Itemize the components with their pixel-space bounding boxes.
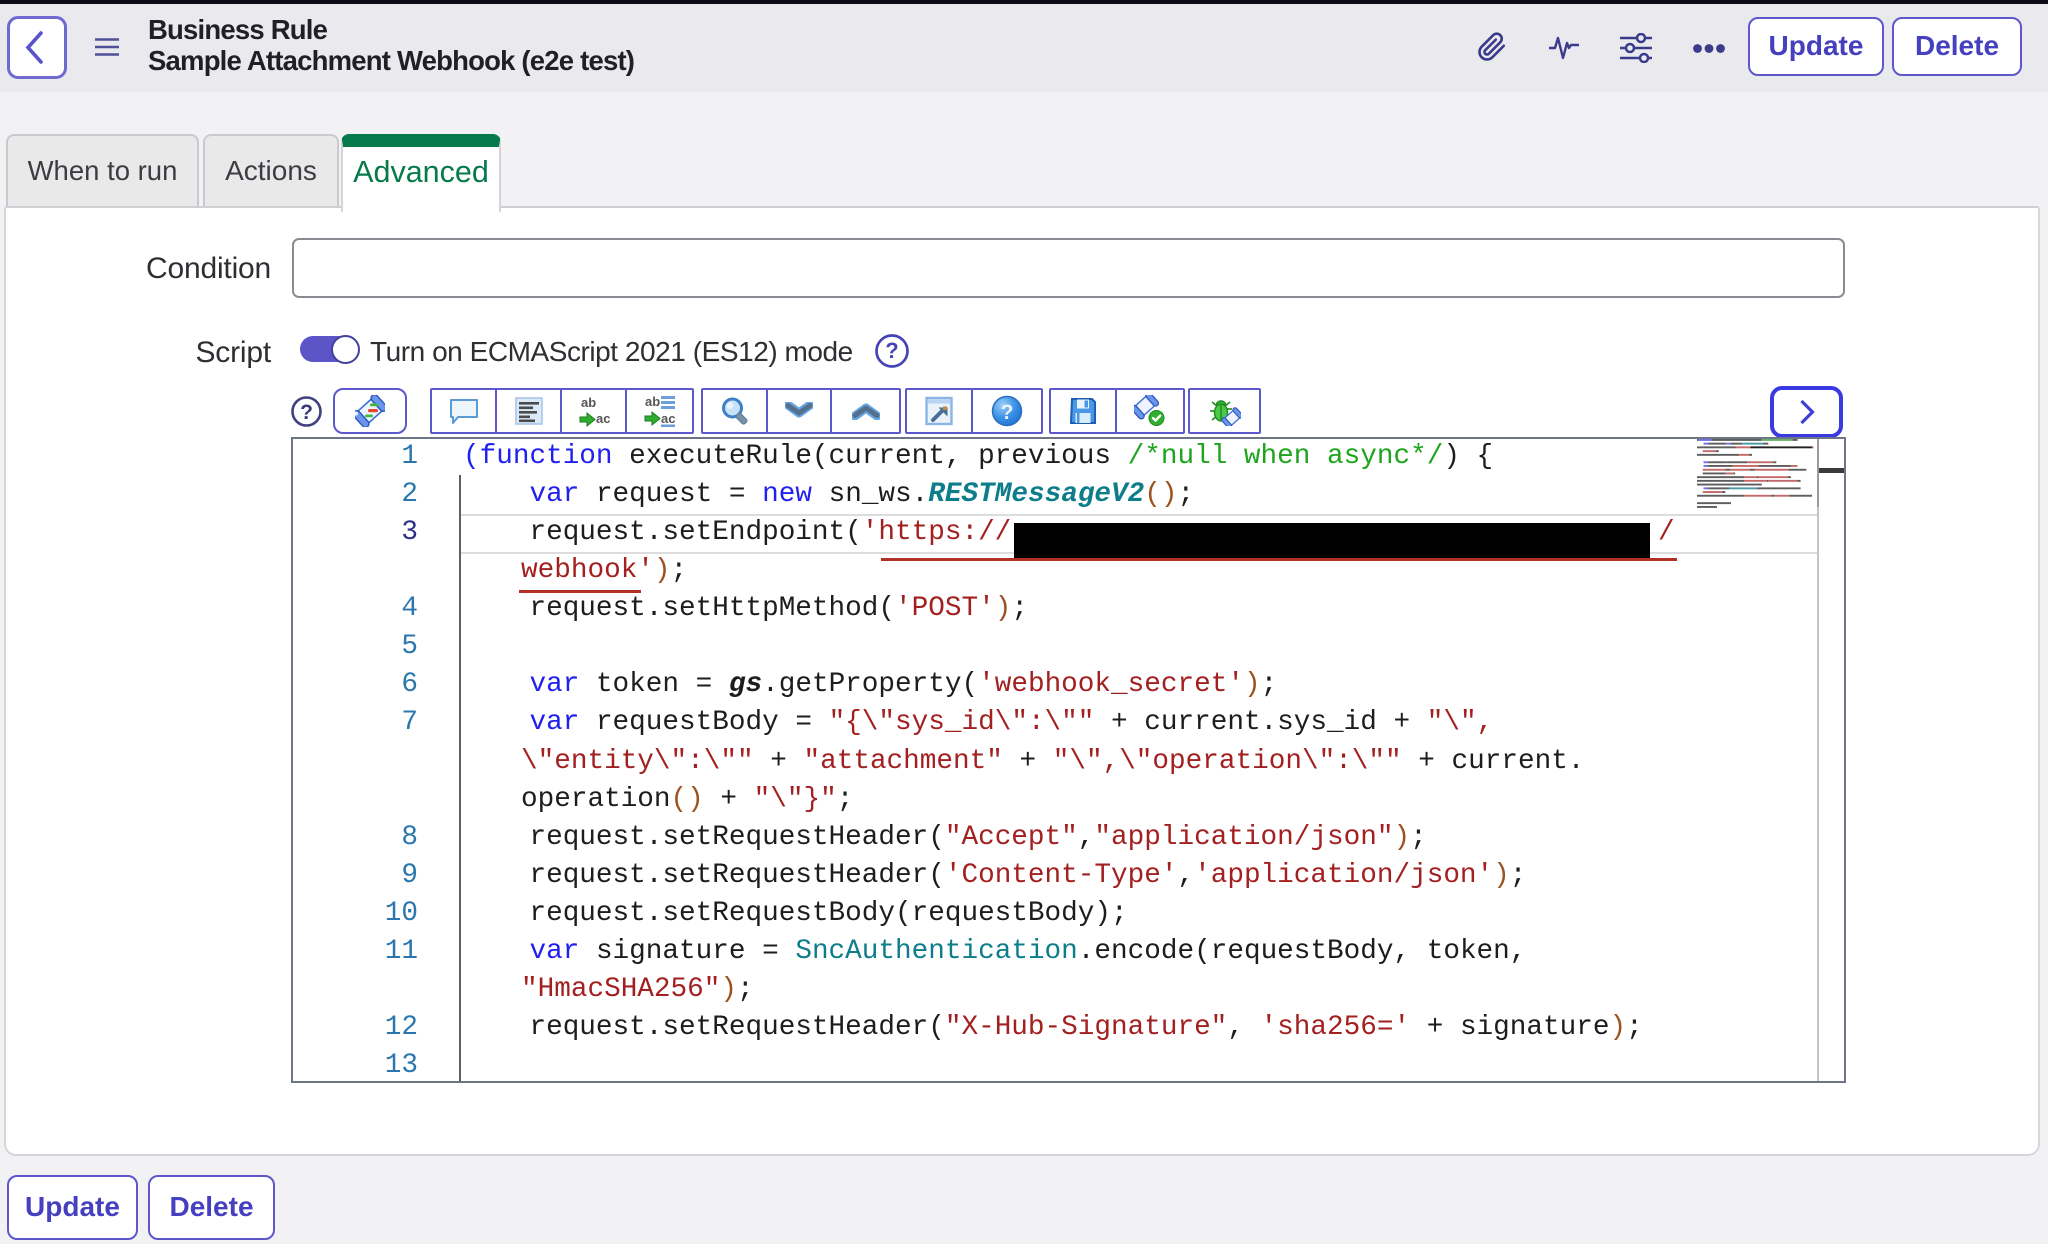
svg-text:?: ? (885, 338, 898, 363)
svg-text:?: ? (1001, 401, 1014, 424)
svg-text:?: ? (300, 401, 313, 424)
svg-text:ab: ab (581, 395, 596, 410)
svg-text:ac: ac (596, 411, 610, 426)
svg-text:ac: ac (661, 411, 675, 426)
svg-text:ab: ab (645, 395, 660, 409)
